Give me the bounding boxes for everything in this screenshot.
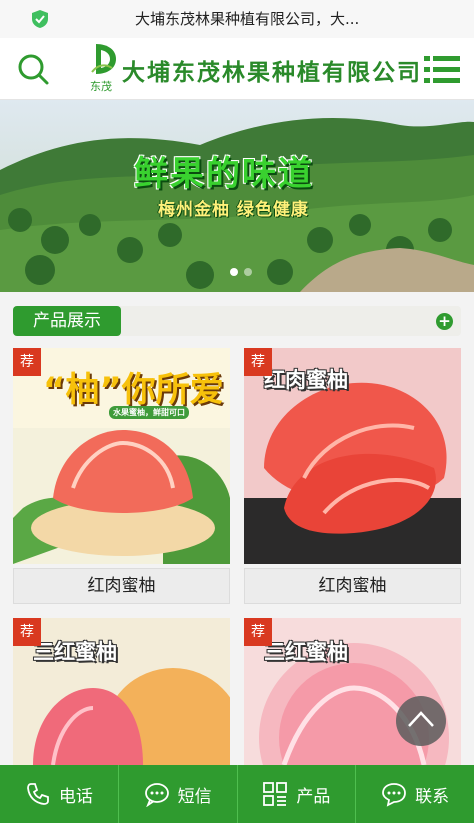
banner-carousel[interactable]: 鲜果的味道 梅州金柚 绿色健康	[0, 100, 474, 292]
bottom-nav: 电话 短信 产品 联系	[0, 765, 474, 823]
carousel-dot-2[interactable]	[244, 268, 252, 276]
phone-icon	[26, 783, 49, 805]
product-section-header: 产品展示 +	[13, 306, 461, 336]
shield-check-icon	[32, 10, 48, 28]
product-image-text: 红肉蜜柚	[264, 368, 348, 392]
recommend-badge: 荐	[244, 618, 272, 646]
product-image-text: 三红蜜柚	[33, 640, 117, 664]
recommend-badge: 荐	[13, 348, 41, 376]
banner-title: 鲜果的味道	[134, 154, 314, 194]
site-header: 东茂 大埔东茂林果种植有限公司	[0, 38, 474, 100]
nav-products[interactable]: 产品	[238, 765, 357, 823]
recommend-badge: 荐	[13, 618, 41, 646]
more-plus-icon[interactable]: +	[436, 313, 453, 330]
product-card[interactable]: “柚”你所爱 水果蜜柚，鲜甜可口 荐 红肉蜜柚	[13, 348, 230, 604]
nav-label: 联系	[415, 786, 450, 807]
nav-label: 产品	[296, 786, 331, 807]
product-card[interactable]: 三红蜜柚 荐	[13, 618, 230, 765]
nav-contact[interactable]: 联系	[356, 765, 474, 823]
nav-label: 电话	[58, 786, 93, 807]
product-image[interactable]: 三红蜜柚	[13, 618, 230, 765]
nav-label: 短信	[177, 786, 212, 807]
recommend-badge: 荐	[244, 348, 272, 376]
product-image-smalltext: 水果蜜柚，鲜甜可口	[109, 406, 189, 419]
message-icon	[144, 783, 169, 807]
carousel-dots	[230, 268, 252, 276]
product-image[interactable]: “柚”你所爱 水果蜜柚，鲜甜可口	[13, 348, 230, 564]
product-image-text: “柚”你所爱	[43, 370, 224, 410]
company-logo[interactable]: 东茂	[88, 42, 120, 94]
browser-top-bar: 大埔东茂林果种植有限公司，大...	[0, 0, 474, 38]
carousel-dot-1[interactable]	[230, 268, 238, 276]
section-title[interactable]: 产品展示	[13, 306, 121, 336]
back-to-top-icon[interactable]	[396, 696, 446, 746]
product-card[interactable]: 红肉蜜柚 荐 红肉蜜柚	[244, 348, 461, 604]
nav-sms[interactable]: 短信	[119, 765, 238, 823]
product-label[interactable]: 红肉蜜柚	[13, 568, 230, 604]
page-title: 大埔东茂林果种植有限公司，大...	[135, 10, 360, 28]
menu-icon[interactable]	[424, 54, 460, 86]
logo-text: 东茂	[90, 79, 112, 93]
search-icon[interactable]	[16, 52, 50, 86]
product-image-text: 三红蜜柚	[264, 640, 348, 664]
product-label[interactable]: 红肉蜜柚	[244, 568, 461, 604]
company-name: 大埔东茂林果种植有限公司	[122, 59, 422, 86]
grid-icon	[263, 782, 288, 806]
chat-icon	[382, 783, 407, 807]
nav-phone[interactable]: 电话	[0, 765, 119, 823]
banner-subtitle: 梅州金柚 绿色健康	[158, 200, 309, 220]
product-image[interactable]: 红肉蜜柚	[244, 348, 461, 564]
